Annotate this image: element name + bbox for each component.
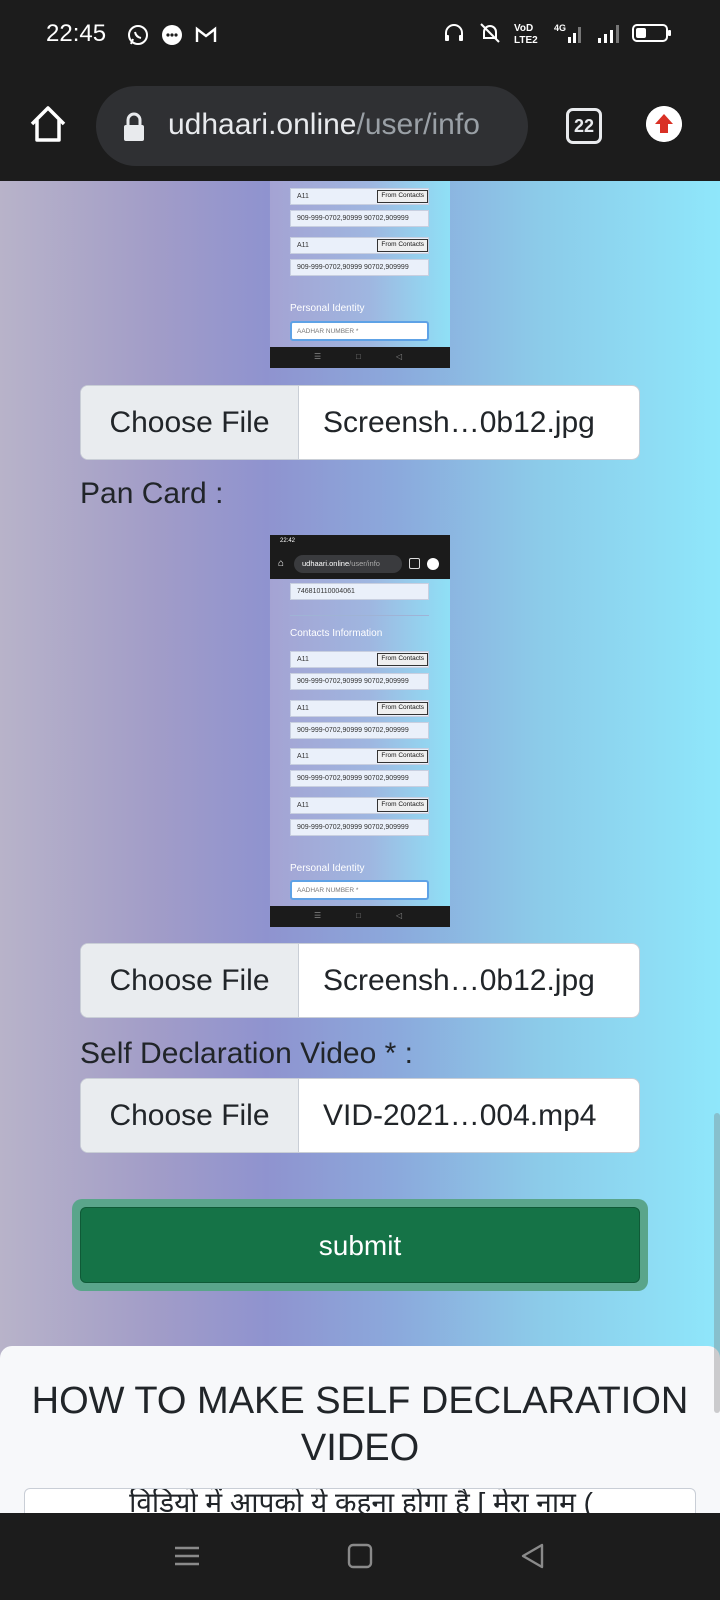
selected-filename: Screensh…0b12.jpg [323,406,595,439]
selected-filename: VID-2021…004.mp4 [323,1099,597,1132]
personal-identity-heading: Personal Identity [290,303,365,314]
preview-browser-bar: ⌂ udhaari.online/user/info [270,549,450,579]
self-declaration-video-label: Self Declaration Video * : [80,1037,413,1070]
address-bar[interactable]: udhaari.online/user/info [96,86,528,166]
how-to-title: HOW TO MAKE SELF DECLARATION VIDEO [31,1380,689,1469]
video-file-input[interactable]: Choose File VID-2021…004.mp4 [80,1078,640,1153]
svg-text:VoD: VoD [514,23,533,34]
notification-icons [126,22,218,48]
message-icon [162,25,182,45]
battery-icon [632,24,671,42]
how-to-panel: HOW TO MAKE SELF DECLARATION VIDEO विडिय… [0,1346,720,1513]
from-contacts-button: From Contacts [377,190,428,203]
selected-filename: Screensh…0b12.jpg [323,964,595,997]
url-text: udhaari.online/user/info [168,108,513,142]
contact-numbers-field: 909-999-0702,90999 90702,909999 [290,210,429,227]
contact-name-field: A11 From Contacts [290,237,429,254]
pan-card-file-input[interactable]: Choose File Screensh…0b12.jpg [80,943,640,1018]
tab-switcher-button[interactable]: 22 [566,108,602,144]
aadhar-image-preview: A11 From Contacts 909-999-0702,90999 9070… [270,181,450,368]
aadhar-number-field: AADHAR NUMBER * [290,880,429,900]
url-path: /user/info [356,108,480,141]
volte-icon: VoDLTE2 [514,23,538,46]
preview-nav-bar: ☰ □ ◁ [270,347,450,368]
choose-file-button[interactable]: Choose File [81,1079,299,1152]
4g-signal-icon: 4G [554,23,581,43]
submit-button[interactable]: submit [80,1207,640,1283]
home-icon[interactable] [26,102,70,146]
from-contacts-button: From Contacts [377,239,428,252]
system-icons: VoD LTE2 4G [442,20,672,46]
choose-file-button[interactable]: Choose File [81,944,299,1017]
how-to-instructions-box: विडियो में आपको ये कहना होगा है [ मेरा न… [24,1488,696,1513]
preview-home-icon: ⌂ [278,558,285,569]
page-content: A11 From Contacts 909-999-0702,90999 9070… [0,181,720,1513]
from-contacts-button: From Contacts [377,653,428,666]
preview-tab-icon [409,558,420,569]
contact-numbers-field: 909-999-0702,90999 90702,909999 [290,819,429,836]
contact-name-field: A11 From Contacts [290,797,429,814]
contact-name-field: A11 From Contacts [290,651,429,668]
contact-numbers-field: 909-999-0702,90999 90702,909999 [290,259,429,276]
preview-divider [290,615,429,616]
pan-card-label: Pan Card : [80,477,224,510]
mute-icon [480,23,500,43]
status-bar: 22:45 VoD LTE2 4G [0,0,720,72]
home-square-icon[interactable] [345,1541,375,1571]
contact-numbers-field: 909-999-0702,90999 90702,909999 [290,770,429,787]
headset-icon [445,24,463,41]
how-to-instructions-text: विडियो में आपको ये कहना होगा है [ मेरा न… [129,1488,593,1513]
from-contacts-button: From Contacts [377,799,428,812]
contact-name-field: A11 From Contacts [290,188,429,205]
page-scrollbar[interactable] [714,1113,720,1413]
preview-value-field: 746810110004061 [290,583,429,600]
aadhar-file-input[interactable]: Choose File Screensh…0b12.jpg [80,385,640,460]
svg-text:4G: 4G [554,23,566,33]
browser-toolbar: udhaari.online/user/info 22 [0,72,720,253]
url-host: udhaari.online [168,108,357,141]
preview-nav-bar: ☰ □ ◁ [270,906,450,927]
preview-url: udhaari.online/user/info [294,555,402,573]
signal-icon [598,25,619,43]
menu-icon[interactable] [172,1541,202,1571]
contact-numbers-field: 909-999-0702,90999 90702,909999 [290,722,429,739]
personal-identity-heading: Personal Identity [290,863,365,874]
from-contacts-button: From Contacts [377,702,428,715]
svg-text:LTE2: LTE2 [514,35,538,46]
aadhar-number-field: AADHAR NUMBER * [290,321,429,341]
whatsapp-icon [128,25,148,45]
pan-card-image-preview: 22:42 ⌂ udhaari.online/user/info 7468101… [270,535,450,927]
contacts-information-heading: Contacts Information [290,628,383,639]
status-time: 22:45 [46,20,107,47]
contact-numbers-field: 909-999-0702,90999 90702,909999 [290,673,429,690]
contact-name-field: A11 From Contacts [290,700,429,717]
preview-status-bar: 22:42 [270,535,450,549]
system-nav-bar [0,1513,720,1600]
contact-name-field: A11 From Contacts [290,748,429,765]
submit-focus-ring: submit [72,1199,648,1291]
preview-update-icon [427,558,439,570]
choose-file-button[interactable]: Choose File [81,386,299,459]
lock-icon [124,112,144,141]
back-icon[interactable] [518,1541,548,1571]
gmail-icon [195,26,217,42]
update-icon[interactable] [646,106,682,142]
from-contacts-button: From Contacts [377,750,428,763]
